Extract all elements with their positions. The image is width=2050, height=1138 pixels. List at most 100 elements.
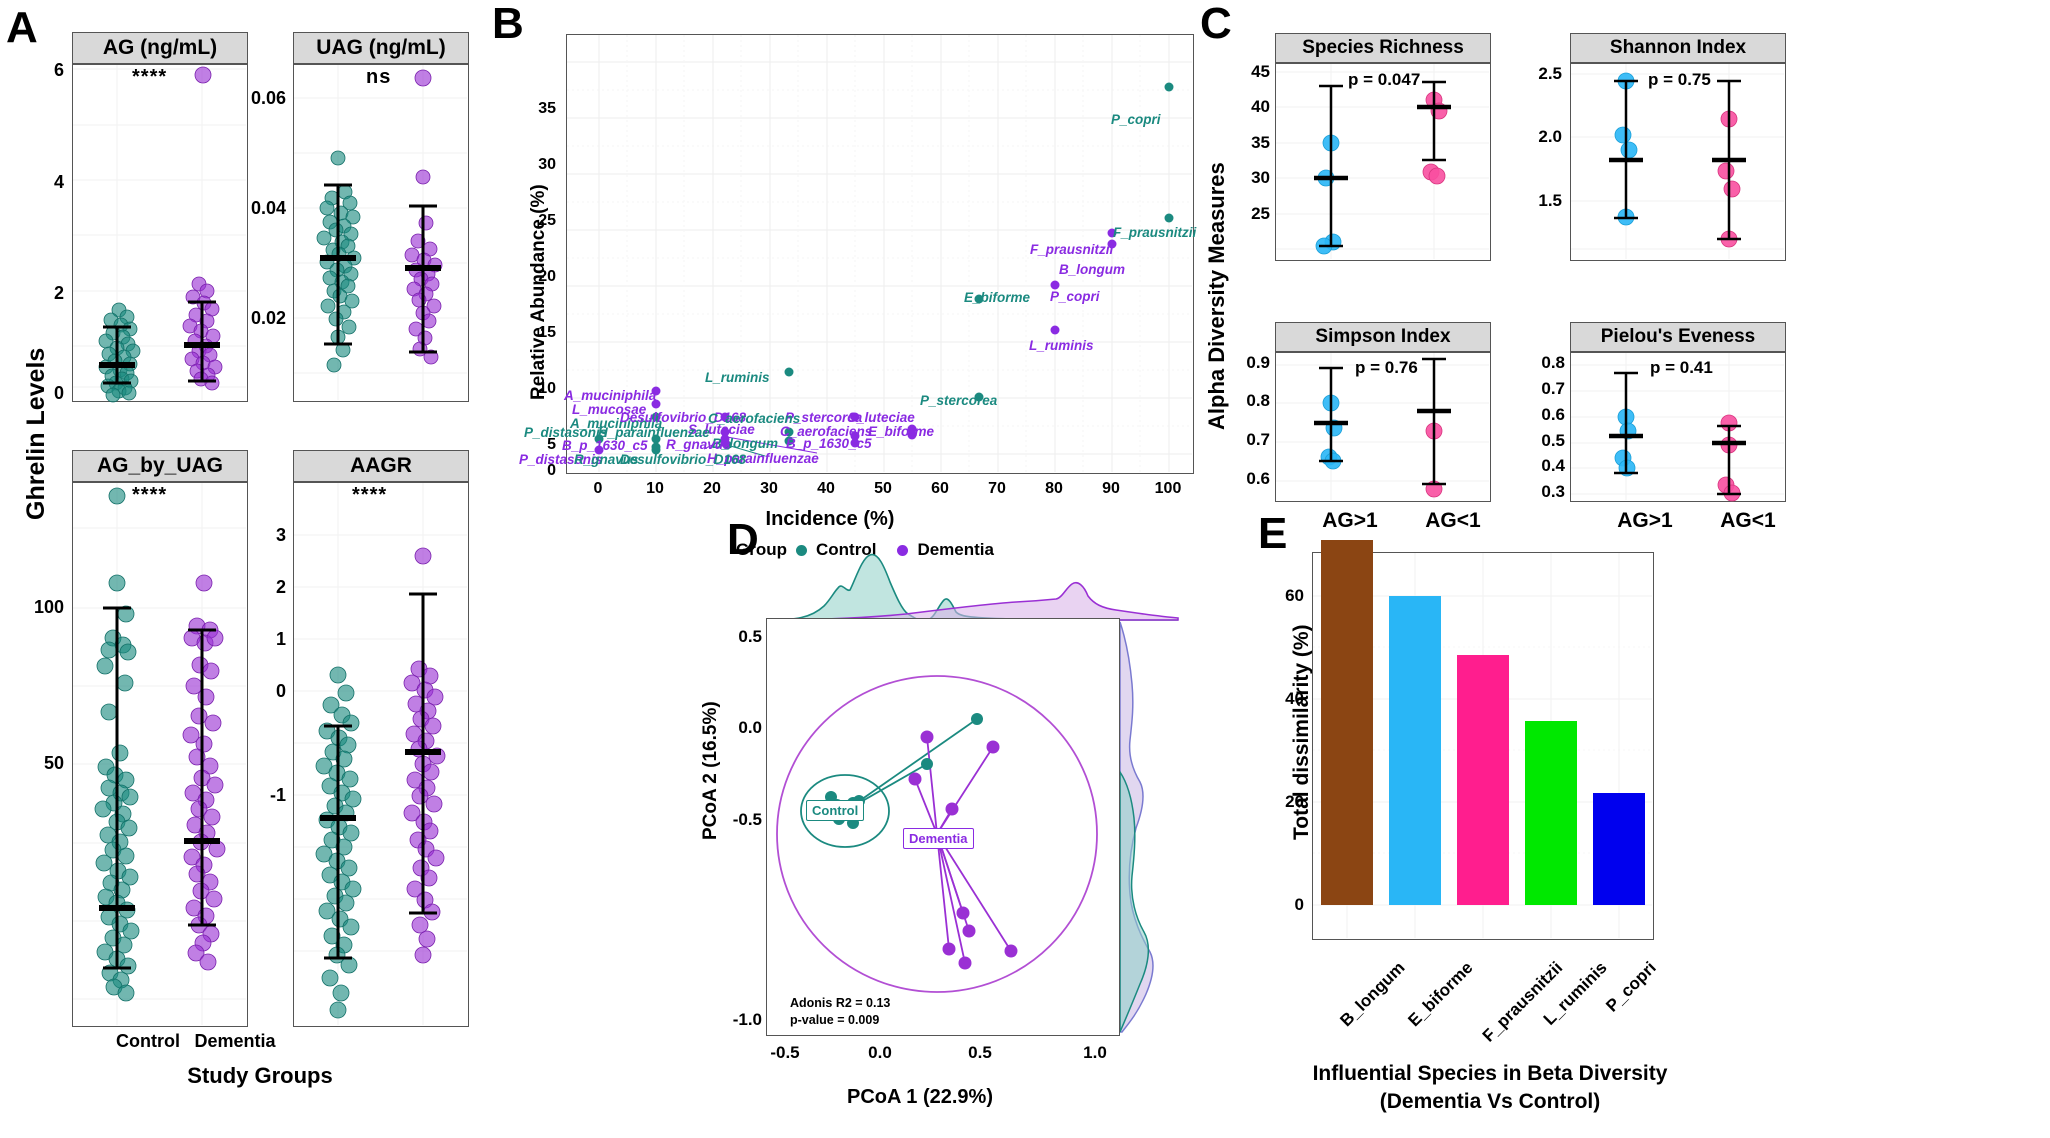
xtick-c-ag-gt1-right: AG>1 xyxy=(1617,509,1673,532)
tick-aagr-2: 2 xyxy=(275,577,286,597)
xtick-b-60: 60 xyxy=(931,480,949,497)
facet-strip-uag: UAG (ng/mL) xyxy=(293,32,469,64)
ytick-b-25: 25 xyxy=(538,212,556,229)
panel-letter-b: B xyxy=(492,0,524,48)
panel-letter-d: D xyxy=(727,515,759,564)
plot-uag xyxy=(293,64,469,402)
ytick-c1-40: 40 xyxy=(1251,97,1270,116)
pvalue-species-richness: p = 0.047 xyxy=(1348,70,1421,89)
ytick-c2-20: 2.0 xyxy=(1538,127,1562,146)
facet-title-agbyuag: AG_by_UAG xyxy=(96,454,224,477)
adonis-r2: Adonis R2 = 0.13 xyxy=(790,996,891,1010)
xtick-e-e-biforme: E_biforme xyxy=(1404,958,1477,1031)
xtick-c-ag-lt1-left: AG<1 xyxy=(1425,509,1481,532)
tick-ag-6: 6 xyxy=(53,60,64,80)
plot-e-svg xyxy=(1313,540,1652,938)
tick-aagr-1: 1 xyxy=(275,629,286,649)
ytick-e-60: 60 xyxy=(1285,586,1304,605)
plot-dissimilarity xyxy=(1312,540,1654,940)
ytick-d-00: 0.0 xyxy=(738,718,762,737)
facet-strip-aagr: AAGR xyxy=(293,450,469,482)
species-label-a-muciniphila-dementia: A_muciniphila xyxy=(564,388,657,403)
facet-title-uag: UAG (ng/mL) xyxy=(316,36,446,59)
facet-strip-species-richness: Species Richness xyxy=(1275,33,1491,63)
tick-agbyuag-50: 50 xyxy=(43,753,64,773)
plot-aagr xyxy=(293,482,469,1027)
ytick-d-05: 0.5 xyxy=(738,627,762,646)
ytick-c1-35: 35 xyxy=(1251,133,1270,152)
plot-uag-svg xyxy=(294,65,467,400)
ytick-e-0: 0 xyxy=(1294,895,1304,914)
xtick-b-70: 70 xyxy=(988,480,1006,497)
tick-aagr-neg1: -1 xyxy=(269,785,286,805)
panel-d-x-axis-label: PCoA 1 (22.9%) xyxy=(847,1086,993,1108)
plot-ag-svg xyxy=(73,65,246,403)
ytick-c2-25: 2.5 xyxy=(1538,64,1562,83)
panel-e-x-axis-label-line2: (Dementia Vs Control) xyxy=(1379,1090,1601,1113)
bar-b-longum xyxy=(1321,540,1373,905)
tick-agbyuag-100: 100 xyxy=(33,597,64,617)
tick-uag-002: 0.02 xyxy=(250,308,286,328)
species-label-s-luteciae-dementia-2: S_luteciae xyxy=(848,410,915,425)
panel-letter-c: C xyxy=(1200,0,1232,48)
pvalue-shannon: p = 0.75 xyxy=(1648,70,1711,89)
species-label-b-longum-dementia: B_longum xyxy=(1059,262,1125,277)
ytick-c1-30: 30 xyxy=(1251,168,1270,187)
species-label-p-stercorea-control: P_stercorea xyxy=(920,393,998,408)
tick-ag-0: 0 xyxy=(53,383,64,403)
xtick-d-neg05: -0.5 xyxy=(770,1043,800,1062)
xtick-c-ag-gt1-left: AG>1 xyxy=(1322,509,1378,532)
xtick-c-ag-lt1-right: AG<1 xyxy=(1720,509,1776,532)
bar-p-copri xyxy=(1593,793,1645,905)
species-label-l-ruminis-control: L_ruminis xyxy=(705,370,770,385)
plot-agbyuag-svg xyxy=(73,483,246,1025)
species-label-p-copri-control: P_copri xyxy=(1111,112,1161,127)
ytick-c1-25: 25 xyxy=(1251,204,1270,223)
ytick-c4-08: 0.8 xyxy=(1541,353,1565,372)
ytick-c3-07: 0.7 xyxy=(1246,430,1270,449)
facet-strip-agbyuag: AG_by_UAG xyxy=(72,450,248,482)
species-label-l-ruminis-dementia: L_ruminis xyxy=(1029,338,1094,353)
facet-title-ag: AG (ng/mL) xyxy=(102,36,218,59)
xtick-b-30: 30 xyxy=(760,480,778,497)
panel-letter-e: E xyxy=(1258,509,1288,558)
plot-agbyuag xyxy=(72,482,248,1027)
adonis-annotation: Adonis R2 = 0.13 p-value = 0.009 xyxy=(790,995,890,1029)
plot-species-richness xyxy=(1275,63,1491,261)
species-label-r-gnavus-dementia: R_gnavus xyxy=(666,437,731,452)
facet-title-pielou: Pielou's Eveness xyxy=(1600,326,1756,347)
plot-ag xyxy=(72,64,248,403)
ytick-b-30: 30 xyxy=(538,156,556,173)
adonis-pvalue: p-value = 0.009 xyxy=(790,1012,880,1027)
ytick-e-20: 20 xyxy=(1285,792,1304,811)
species-label-e-biforme-dementia: E_biforme xyxy=(868,424,935,439)
facet-title-shannon: Shannon Index xyxy=(1609,37,1747,58)
xtick-b-50: 50 xyxy=(874,480,892,497)
significance-agbyuag: **** xyxy=(132,484,168,506)
species-label-bp1630c5-control: B_p_1630_c5 xyxy=(562,438,648,453)
ytick-e-40: 40 xyxy=(1285,689,1304,708)
plot-pcoa xyxy=(766,618,1120,1036)
species-label-e-biforme-control: E_biforme xyxy=(964,290,1031,305)
density-right xyxy=(1119,621,1154,1033)
panel-a-x-axis-label: Study Groups xyxy=(187,1063,333,1088)
tick-uag-006: 0.06 xyxy=(250,88,286,108)
xtick-d-10: 1.0 xyxy=(1083,1043,1107,1062)
plot-c1-svg xyxy=(1276,64,1489,259)
ytick-c1-45: 45 xyxy=(1251,62,1270,81)
facet-strip-shannon: Shannon Index xyxy=(1570,33,1786,63)
panel-c-y-axis-label: Alpha Diversity Measures xyxy=(1204,162,1229,430)
xtick-b-100: 100 xyxy=(1154,480,1182,497)
facet-strip-simpson: Simpson Index xyxy=(1275,322,1491,352)
ytick-c4-07: 0.7 xyxy=(1541,379,1565,398)
ytick-c4-03: 0.3 xyxy=(1541,482,1565,501)
group-label-control: Control xyxy=(806,800,865,821)
facet-title-aagr: AAGR xyxy=(350,454,412,477)
xtick-b-40: 40 xyxy=(817,480,835,497)
pvalue-pielou: p = 0.41 xyxy=(1650,358,1713,377)
ytick-c3-08: 0.8 xyxy=(1246,391,1270,410)
xtick-e-b-longum: B_longum xyxy=(1336,958,1409,1031)
tick-ag-2: 2 xyxy=(53,283,64,303)
species-label-f-prausnitzii-control: F_prausnitzii xyxy=(1113,225,1197,240)
tick-uag-004: 0.04 xyxy=(250,198,286,218)
